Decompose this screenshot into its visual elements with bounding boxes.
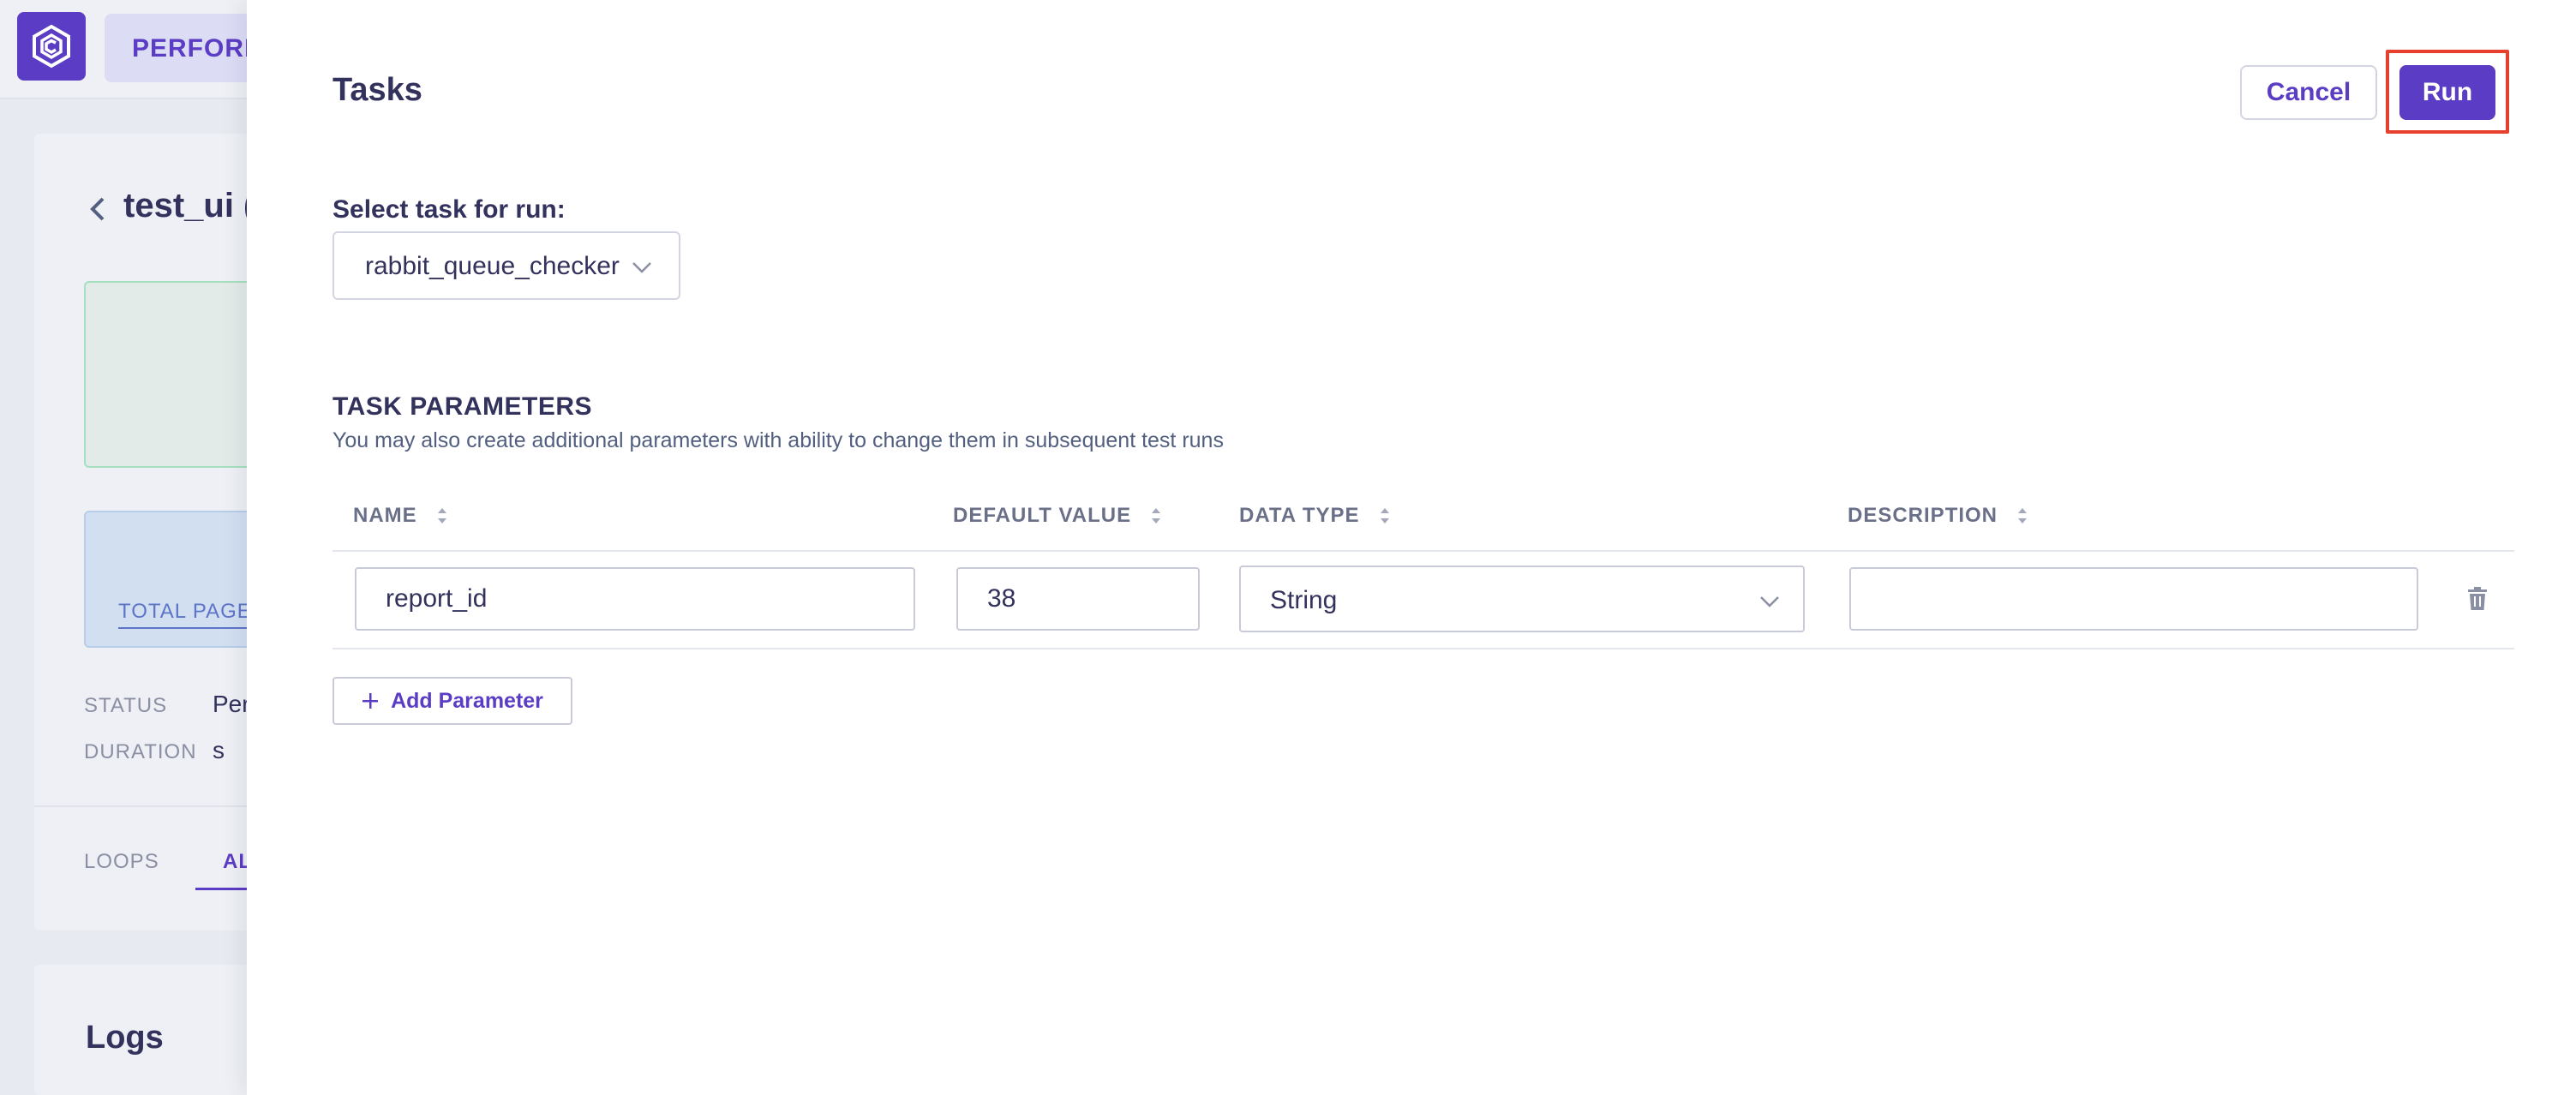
duration-label: DURATION [84,740,197,763]
column-header-default-value[interactable]: DEFAULT VALUE [953,504,1162,528]
tab-loops[interactable]: LOOPS [84,850,159,874]
chevron-down-icon [632,262,651,273]
tasks-modal: Tasks Cancel Run Select task for run: ra… [247,0,2576,1095]
nav-tab-performance[interactable]: PERFORM [105,14,266,82]
task-select-value: rabbit_queue_checker [365,252,620,280]
summary-tile-green [84,281,273,468]
column-header-label: DEFAULT VALUE [953,504,1132,527]
param-data-type-select[interactable]: String [1239,565,1805,632]
chevron-down-icon [1760,596,1779,607]
sort-icon [2016,506,2028,525]
param-default-value-input[interactable] [956,567,1200,631]
app-logo[interactable] [17,12,86,81]
page-title: test_ui ( [123,187,255,224]
modal-title: Tasks [332,72,422,108]
column-header-description[interactable]: DESCRIPTION [1848,504,2028,528]
column-header-label: DESCRIPTION [1848,504,1998,527]
status-value: Per [213,691,250,717]
column-header-data-type[interactable]: DATA TYPE [1239,504,1391,528]
logs-title: Logs [86,1020,164,1056]
task-select[interactable]: rabbit_queue_checker [332,231,680,300]
sort-icon [1150,506,1162,525]
task-parameters-description: You may also create additional parameter… [332,428,1224,452]
param-description-input[interactable] [1849,567,2418,631]
param-data-type-value: String [1270,586,1338,614]
status-label: STATUS [84,694,168,717]
column-header-label: DATA TYPE [1239,504,1360,527]
param-name-input[interactable] [355,567,915,631]
sort-icon [436,506,448,525]
trash-icon[interactable] [2466,586,2489,612]
add-parameter-label: Add Parameter [391,688,543,713]
plus-icon [362,693,379,709]
select-task-label: Select task for run: [332,195,566,224]
chevron-left-icon[interactable] [84,192,110,226]
table-row-divider [332,648,2514,649]
table-header-divider [332,550,2514,552]
sort-icon [1379,506,1391,525]
column-header-label: NAME [353,504,417,527]
hexagon-logo-icon [33,24,70,69]
cancel-button[interactable]: Cancel [2240,65,2377,120]
add-parameter-button[interactable]: Add Parameter [332,677,572,725]
run-button[interactable]: Run [2399,65,2495,120]
total-pages-link[interactable]: TOTAL PAGES [118,600,267,629]
duration-value: s [213,737,225,763]
task-parameters-title: TASK PARAMETERS [332,392,593,421]
column-header-name[interactable]: NAME [353,504,448,528]
